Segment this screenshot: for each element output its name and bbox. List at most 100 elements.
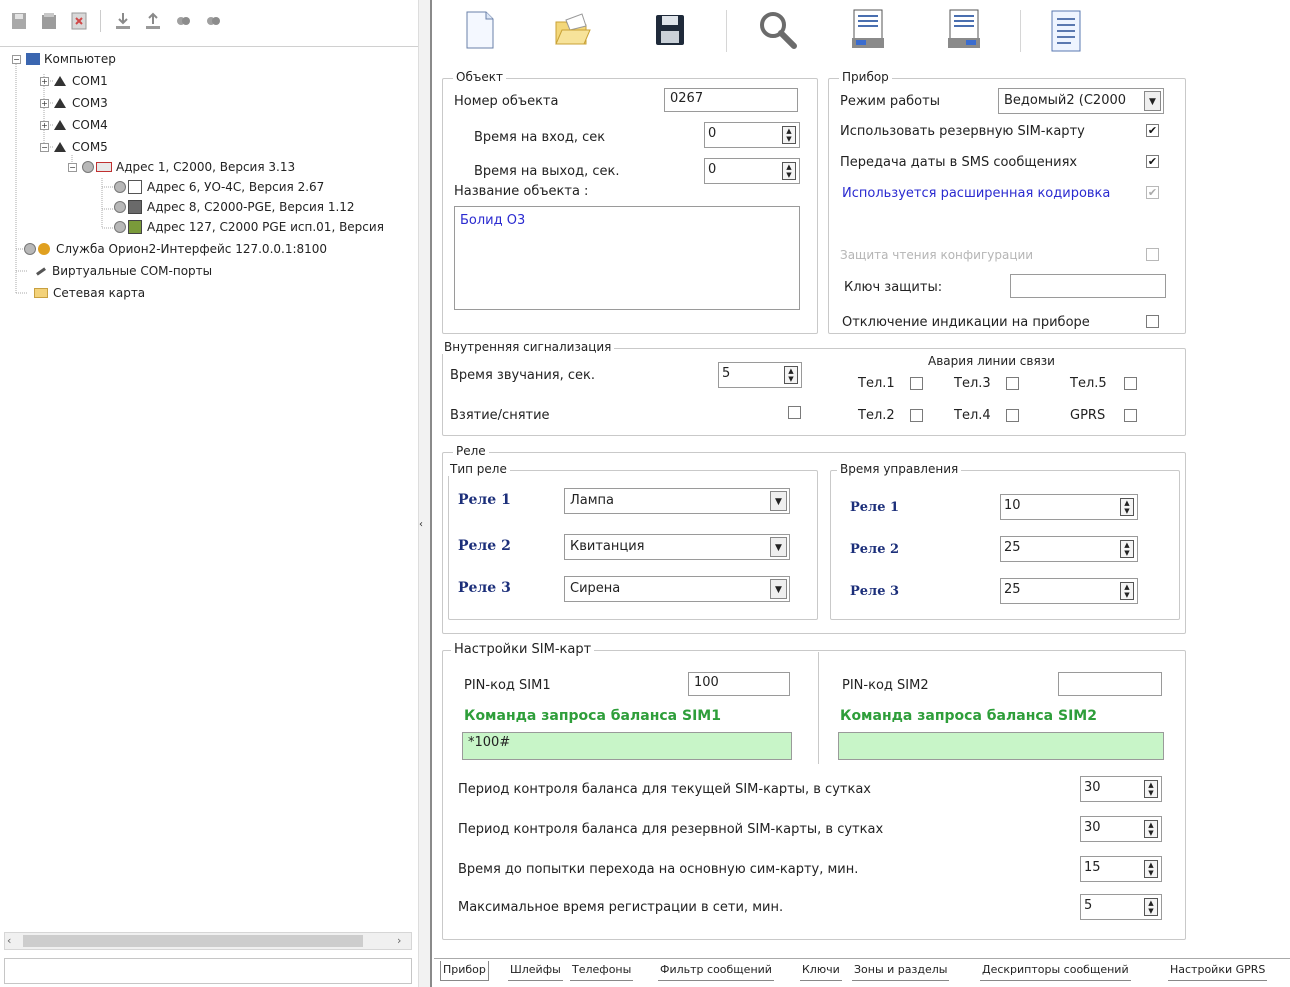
period-current-spinner[interactable]: 30 ▲ ▼ (1080, 776, 1162, 802)
device-icon[interactable] (174, 10, 192, 32)
tab-gprs-settings[interactable]: Настройки GPRS (1168, 961, 1268, 981)
tab-message-filter[interactable]: Фильтр сообщений (658, 961, 774, 981)
relay1-time-spinner[interactable]: 10 ▲ ▼ (1000, 494, 1138, 520)
reg-time-spinner[interactable]: 5 ▲ ▼ (1080, 894, 1162, 920)
upload-icon[interactable] (144, 10, 162, 32)
sound-time-label: Время звучания, сек. (450, 368, 596, 383)
device-status-icon (114, 181, 126, 193)
computer-icon (26, 53, 40, 65)
device-status-icon (114, 201, 126, 213)
expand-icon[interactable]: + (40, 120, 49, 130)
object-number-input[interactable]: 0267 (664, 88, 798, 112)
delete-icon[interactable] (70, 10, 88, 32)
open-folder-icon[interactable] (552, 8, 592, 52)
collapse-icon[interactable]: − (68, 162, 77, 172)
relay2-time-spinner[interactable]: 25 ▲ ▼ (1000, 536, 1138, 562)
spinner-arrows-icon[interactable]: ▲ ▼ (782, 126, 796, 144)
key-input[interactable] (1010, 274, 1166, 298)
collapse-icon[interactable]: − (40, 142, 49, 152)
spinner-value: 0 (708, 162, 717, 177)
balance2-input[interactable] (838, 732, 1164, 760)
report-icon[interactable] (1046, 8, 1086, 54)
mode-select[interactable]: Ведомый2 (С2000 ▼ (998, 88, 1164, 114)
tree-item-com3[interactable]: + COM3 (40, 96, 108, 110)
horizontal-scrollbar[interactable]: ‹ › (4, 932, 412, 950)
tree-item-device[interactable]: Адрес 127, С2000 PGE исп.01, Версия (114, 220, 384, 234)
chevron-down-icon[interactable]: ▼ (770, 491, 787, 511)
tree-item-com4[interactable]: + COM4 (40, 118, 108, 132)
expand-icon[interactable]: + (40, 98, 49, 108)
panel-splitter[interactable]: ‹ (418, 0, 432, 987)
sound-time-spinner[interactable]: 5 ▲ ▼ (718, 362, 802, 388)
device-write-icon[interactable] (944, 8, 984, 52)
tab-phones[interactable]: Телефоны (570, 961, 634, 981)
pin2-input[interactable] (1058, 672, 1162, 696)
tree-item-computer[interactable]: − Компьютер (12, 52, 116, 66)
tab-device[interactable]: Прибор (440, 961, 489, 981)
scroll-thumb[interactable] (23, 935, 363, 947)
save-icon[interactable] (652, 12, 688, 48)
chevron-down-icon[interactable]: ▼ (1144, 91, 1161, 111)
relay3-type-select[interactable]: Сирена ▼ (564, 576, 790, 602)
save-icon[interactable] (10, 10, 28, 32)
tel3-checkbox[interactable] (1006, 377, 1019, 390)
tree-item-service[interactable]: Служба Орион2-Интерфейс 127.0.0.1:8100 (24, 242, 327, 256)
spinner-value: 25 (1004, 540, 1021, 555)
spinner-arrows-icon[interactable]: ▲ ▼ (1144, 780, 1158, 798)
tree-item-com5[interactable]: − COM5 (40, 140, 108, 154)
spinner-arrows-icon[interactable]: ▲ ▼ (1144, 898, 1158, 916)
switch-time-spinner[interactable]: 15 ▲ ▼ (1080, 856, 1162, 882)
tab-zones[interactable]: Зоны и разделы (852, 961, 950, 981)
gprs-checkbox[interactable] (1124, 409, 1137, 422)
tree-item-network[interactable]: Сетевая карта (34, 286, 145, 300)
reserve-sim-checkbox[interactable]: ✔ (1146, 124, 1159, 137)
tree-item-device[interactable]: Адрес 8, С2000-PGE, Версия 1.12 (114, 200, 355, 214)
tree-item-com1[interactable]: + COM1 (40, 74, 108, 88)
spinner-arrows-icon[interactable]: ▲ ▼ (784, 366, 798, 384)
device-add-icon[interactable] (204, 10, 222, 32)
scroll-left-arrow[interactable]: ‹ (7, 935, 19, 947)
new-document-icon[interactable] (462, 8, 498, 52)
tel1-checkbox[interactable] (910, 377, 923, 390)
splitter-arrow-icon[interactable]: ‹ (419, 505, 427, 545)
download-icon[interactable] (114, 10, 132, 32)
tree-item-device[interactable]: Адрес 6, УО-4С, Версия 2.67 (114, 180, 324, 194)
tree-item-device[interactable]: − Адрес 1, С2000, Версия 3.13 (68, 160, 295, 174)
relay1-type-select[interactable]: Лампа ▼ (564, 488, 790, 514)
tel4-checkbox[interactable] (1006, 409, 1019, 422)
tel2-checkbox[interactable] (910, 409, 923, 422)
disk-icon[interactable] (40, 10, 58, 32)
scroll-right-arrow[interactable]: › (397, 935, 409, 947)
search-icon[interactable] (756, 8, 800, 52)
tree-item-virtual-ports[interactable]: Виртуальные COM-порты (36, 264, 212, 278)
chevron-down-icon[interactable]: ▼ (770, 579, 787, 599)
device-read-icon[interactable] (848, 8, 888, 52)
tab-loops[interactable]: Шлейфы (508, 961, 563, 981)
tab-descriptors[interactable]: Дескрипторы сообщений (980, 961, 1131, 981)
line-fail-title: Авария линии связи (928, 354, 1055, 368)
sms-date-checkbox[interactable]: ✔ (1146, 155, 1159, 168)
tab-keys[interactable]: Ключи (800, 961, 842, 981)
spinner-arrows-icon[interactable]: ▲ ▼ (1120, 540, 1134, 558)
collapse-icon[interactable]: − (12, 54, 21, 64)
spinner-arrows-icon[interactable]: ▲ ▼ (1120, 498, 1134, 516)
indication-off-checkbox[interactable] (1146, 315, 1159, 328)
spinner-arrows-icon[interactable]: ▲ ▼ (1144, 860, 1158, 878)
exit-time-spinner[interactable]: 0 ▲ ▼ (704, 158, 800, 184)
object-name-textarea[interactable]: Болид О3 (454, 206, 800, 310)
object-name-value: Болид О3 (460, 213, 526, 228)
expand-icon[interactable]: + (40, 76, 49, 86)
period-reserve-spinner[interactable]: 30 ▲ ▼ (1080, 816, 1162, 842)
entry-time-spinner[interactable]: 0 ▲ ▼ (704, 122, 800, 148)
balance1-input[interactable]: *100# (462, 732, 792, 760)
spinner-arrows-icon[interactable]: ▲ ▼ (782, 162, 796, 180)
arm-disarm-checkbox[interactable] (788, 406, 801, 419)
spinner-arrows-icon[interactable]: ▲ ▼ (1120, 582, 1134, 600)
spinner-arrows-icon[interactable]: ▲ ▼ (1144, 820, 1158, 838)
relay2-type-select[interactable]: Квитанция ▼ (564, 534, 790, 560)
chevron-down-icon[interactable]: ▼ (770, 537, 787, 557)
device-tree[interactable]: − Компьютер + COM1 + COM3 + COM4 − COM5 … (0, 48, 418, 928)
tel5-checkbox[interactable] (1124, 377, 1137, 390)
relay3-time-spinner[interactable]: 25 ▲ ▼ (1000, 578, 1138, 604)
pin1-input[interactable]: 100 (688, 672, 790, 696)
